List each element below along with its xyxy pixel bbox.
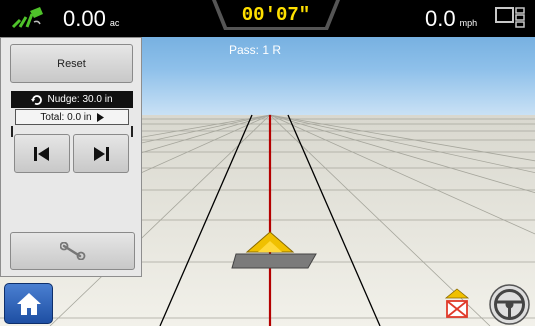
nudge-right-button[interactable] bbox=[73, 134, 129, 173]
nudge-amount: Nudge: 30.0 in bbox=[47, 94, 113, 105]
steering-wheel-icon[interactable] bbox=[488, 283, 531, 326]
speed-unit: mph bbox=[459, 18, 478, 28]
gps-signal-icon[interactable] bbox=[10, 5, 46, 31]
tools-button[interactable] bbox=[10, 232, 135, 270]
area-value: 0.00 bbox=[63, 6, 106, 31]
implement-bar bbox=[231, 253, 317, 269]
reset-label: Reset bbox=[57, 57, 86, 70]
display-layout-icon[interactable] bbox=[494, 5, 528, 29]
total-offset-label: Total: 0.0 in bbox=[40, 111, 92, 123]
nudge-left-icon bbox=[34, 146, 49, 161]
pass-label: Pass: 1 R bbox=[228, 43, 282, 57]
area-unit: ac bbox=[109, 18, 120, 28]
nudge-left-button[interactable] bbox=[14, 134, 70, 173]
guidance-screen: 0.00 ac 0.0 mph 00'07" Pass: 1 R Reset N… bbox=[0, 0, 535, 326]
home-button[interactable] bbox=[4, 283, 53, 324]
area-readout[interactable]: 0.00 ac bbox=[63, 6, 119, 32]
total-offset[interactable]: Total: 0.0 in bbox=[15, 109, 129, 125]
reset-button[interactable]: Reset bbox=[10, 44, 133, 83]
implement-off-icon[interactable] bbox=[444, 287, 470, 319]
nudge-panel: Reset Nudge: 30.0 in Total: 0.0 in bbox=[0, 37, 142, 277]
speed-value: 0.0 bbox=[425, 6, 456, 31]
nudge-right-icon bbox=[94, 146, 109, 161]
nudge-header[interactable]: Nudge: 30.0 in bbox=[11, 91, 133, 108]
refresh-icon bbox=[31, 94, 43, 105]
wrench-icon bbox=[59, 242, 85, 260]
timer-readout[interactable]: 00'07" bbox=[212, 4, 340, 26]
home-icon bbox=[17, 293, 41, 315]
play-arrow-icon bbox=[96, 112, 104, 122]
speed-readout[interactable]: 0.0 mph bbox=[425, 6, 477, 32]
